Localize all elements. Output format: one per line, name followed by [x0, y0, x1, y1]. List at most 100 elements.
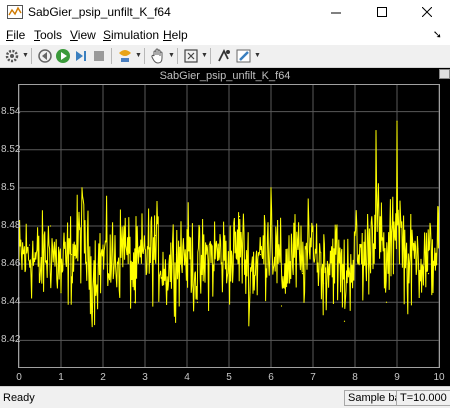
- menu-simulation-key: S: [103, 28, 112, 42]
- close-icon: [421, 6, 433, 18]
- signal-point: [238, 215, 241, 218]
- style-dropdown-icon[interactable]: ▼: [254, 52, 261, 59]
- toolbar-separator: [111, 48, 112, 64]
- signal-point: [196, 301, 199, 303]
- y-tick-label: 8.44: [1, 296, 21, 308]
- autoscale-icon[interactable]: [182, 47, 200, 65]
- axes[interactable]: [18, 84, 440, 368]
- toolbar: ▼ ▼ ▼ ▼ ▼: [0, 45, 450, 68]
- signal-point: [102, 244, 104, 246]
- signal-point: [123, 225, 125, 227]
- settings-gear-icon[interactable]: [3, 47, 21, 65]
- menu-tools[interactable]: Tools: [34, 28, 62, 42]
- x-tick-label: 10: [433, 372, 445, 383]
- signal-point: [165, 282, 167, 284]
- window-title: SabGier_psip_unfilt_K_f64: [28, 5, 171, 19]
- signal-point: [396, 120, 398, 122]
- x-tick-label: 7: [310, 372, 316, 383]
- signal-point: [406, 282, 409, 284]
- x-tick-label: 3: [142, 372, 148, 383]
- y-tick-label: 8.54: [1, 105, 21, 117]
- signal-point: [291, 244, 293, 246]
- y-tick-label: 8.48: [1, 220, 21, 231]
- signal-point: [417, 248, 419, 250]
- signal-point: [343, 320, 346, 322]
- scope-app-icon: [7, 5, 23, 19]
- signal-point: [280, 305, 283, 307]
- status-ready: Ready: [3, 392, 35, 404]
- x-tick-label: 4: [184, 372, 190, 383]
- y-tick-label: 8.42: [1, 334, 21, 346]
- signal-point: [354, 234, 356, 237]
- minimize-icon: [331, 12, 341, 14]
- menu-help[interactable]: Help: [163, 28, 188, 42]
- maximize-icon: [377, 7, 387, 17]
- signal-point: [186, 229, 188, 231]
- menu-view-key: V: [70, 28, 78, 42]
- pan-hand-icon[interactable]: [149, 47, 167, 65]
- title-bar: SabGier_psip_unfilt_K_f64: [0, 0, 450, 25]
- signal-point: [228, 273, 230, 275]
- highlight-dropdown-icon[interactable]: ▼: [135, 52, 142, 59]
- menu-help-key: H: [163, 28, 172, 42]
- style-edit-icon[interactable]: [235, 47, 253, 65]
- menu-help-label: elp: [171, 28, 188, 42]
- signal-point: [322, 282, 325, 284]
- signal-point: [70, 253, 73, 256]
- step-forward-icon[interactable]: [72, 47, 90, 65]
- signal-point: [112, 273, 115, 275]
- close-button[interactable]: [404, 0, 450, 25]
- signal-point: [28, 244, 31, 246]
- pan-dropdown-icon[interactable]: ▼: [168, 52, 175, 59]
- menu-bar: File Tools View Simulation Help ➘: [0, 25, 450, 45]
- signal-point: [207, 259, 209, 261]
- menu-file-label: ile: [13, 28, 26, 42]
- menu-simulation[interactable]: Simulation: [103, 28, 159, 42]
- signal-point: [270, 187, 272, 189]
- signal-point: [175, 253, 178, 256]
- signal-point: [364, 263, 367, 265]
- menu-view-label: iew: [77, 28, 96, 42]
- signal-point: [427, 273, 430, 275]
- x-tick-label: 6: [268, 372, 274, 383]
- signal-point: [259, 253, 262, 256]
- x-tick-label: 0: [16, 372, 22, 383]
- undock-icon[interactable]: [439, 69, 450, 79]
- stop-icon[interactable]: [90, 47, 108, 65]
- toolbar-separator: [210, 48, 211, 64]
- menu-simulation-label: imulation: [111, 28, 160, 42]
- maximize-button[interactable]: [359, 0, 405, 25]
- signal-point: [375, 130, 377, 132]
- x-tick-label: 8: [352, 372, 358, 383]
- settings-dropdown-icon[interactable]: ▼: [22, 52, 29, 59]
- menu-tools-label: ools: [40, 28, 63, 42]
- signal-point: [60, 292, 62, 294]
- signal-point: [312, 225, 314, 227]
- step-back-icon[interactable]: [36, 47, 54, 65]
- signal-point: [438, 206, 439, 208]
- signal-point: [49, 225, 52, 227]
- x-tick-label: 2: [100, 372, 106, 383]
- signal-point: [301, 273, 304, 275]
- minimize-button[interactable]: [313, 0, 359, 25]
- signal-point: [133, 301, 136, 303]
- y-tick-label: 8.46: [1, 258, 21, 270]
- cursor-measurements-icon[interactable]: [215, 47, 233, 65]
- signal-point: [144, 248, 146, 250]
- status-bar: Ready Sample based T=10.000: [0, 386, 450, 408]
- signal-point: [249, 292, 251, 294]
- signal-point: [154, 234, 157, 237]
- signal-point: [385, 301, 388, 303]
- toolbar-separator: [177, 48, 178, 64]
- x-tick-label: 1: [58, 372, 64, 383]
- run-icon[interactable]: [54, 47, 72, 65]
- menu-file[interactable]: File: [6, 28, 25, 42]
- menu-view[interactable]: View: [70, 28, 96, 42]
- signal-point: [333, 248, 335, 250]
- y-tick-label: 8.5: [1, 181, 15, 193]
- y-tick-label: 8.52: [1, 143, 21, 155]
- menu-dock-arrow-icon[interactable]: ➘: [433, 28, 442, 41]
- plot-canvas: [19, 85, 439, 367]
- autoscale-dropdown-icon[interactable]: ▼: [201, 52, 208, 59]
- highlight-simulink-block-icon[interactable]: [116, 47, 134, 65]
